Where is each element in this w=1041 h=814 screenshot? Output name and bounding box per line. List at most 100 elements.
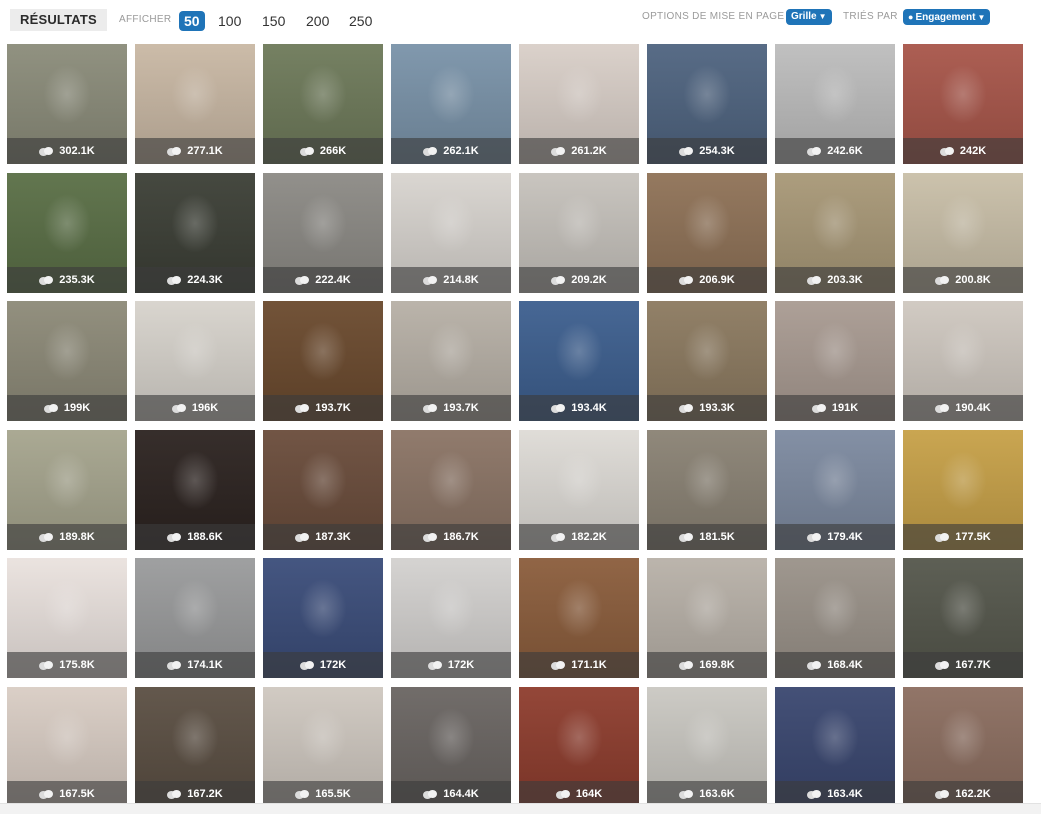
- engagement-overlay: 242.6K: [775, 138, 895, 164]
- engagement-icon: [423, 532, 438, 542]
- engagement-icon: [295, 275, 310, 285]
- engagement-icon: [39, 789, 54, 799]
- show-150-option[interactable]: 150: [262, 11, 285, 31]
- engagement-icon: [299, 146, 314, 156]
- media-tile[interactable]: 188.6K: [135, 430, 255, 550]
- engagement-count: 175.8K: [59, 659, 95, 671]
- engagement-count: 193.7K: [443, 402, 479, 414]
- engagement-overlay: 242K: [903, 138, 1023, 164]
- engagement-icon: [807, 660, 822, 670]
- media-tile[interactable]: 179.4K: [775, 430, 895, 550]
- media-tile[interactable]: 182.2K: [519, 430, 639, 550]
- engagement-count: 174.1K: [187, 659, 223, 671]
- show-50-option[interactable]: 50: [179, 11, 205, 31]
- media-tile[interactable]: 172K: [263, 558, 383, 678]
- media-tile[interactable]: 167.7K: [903, 558, 1023, 678]
- engagement-count: 196K: [191, 402, 219, 414]
- layout-dropdown[interactable]: Grille ▼: [786, 9, 832, 25]
- engagement-overlay: 235.3K: [7, 267, 127, 293]
- media-tile[interactable]: 261.2K: [519, 44, 639, 164]
- media-tile[interactable]: 186.7K: [391, 430, 511, 550]
- engagement-icon: [295, 789, 310, 799]
- show-100-option[interactable]: 100: [218, 11, 241, 31]
- media-tile[interactable]: 181.5K: [647, 430, 767, 550]
- show-count-label: AFFICHER: [119, 14, 172, 25]
- media-tile[interactable]: 262.1K: [391, 44, 511, 164]
- media-tile[interactable]: 164.4K: [391, 687, 511, 807]
- media-tile[interactable]: 242.6K: [775, 44, 895, 164]
- media-tile[interactable]: 209.2K: [519, 173, 639, 293]
- engagement-icon: ●: [908, 12, 914, 22]
- media-tile[interactable]: 214.8K: [391, 173, 511, 293]
- engagement-count: 199K: [63, 402, 91, 414]
- media-tile[interactable]: 171.1K: [519, 558, 639, 678]
- engagement-overlay: 224.3K: [135, 267, 255, 293]
- media-tile[interactable]: 164K: [519, 687, 639, 807]
- media-tile[interactable]: 190.4K: [903, 301, 1023, 421]
- media-tile[interactable]: 193.3K: [647, 301, 767, 421]
- media-tile[interactable]: 177.5K: [903, 430, 1023, 550]
- show-250-option[interactable]: 250: [349, 11, 372, 31]
- media-tile[interactable]: 222.4K: [263, 173, 383, 293]
- engagement-count: 163.4K: [827, 788, 863, 800]
- media-tile[interactable]: 302.1K: [7, 44, 127, 164]
- engagement-count: 193.3K: [699, 402, 735, 414]
- media-tile[interactable]: 174.1K: [135, 558, 255, 678]
- engagement-overlay: 169.8K: [647, 652, 767, 678]
- media-tile[interactable]: 189.8K: [7, 430, 127, 550]
- media-tile[interactable]: 175.8K: [7, 558, 127, 678]
- media-tile[interactable]: 169.8K: [647, 558, 767, 678]
- media-tile[interactable]: 200.8K: [903, 173, 1023, 293]
- media-tile[interactable]: 193.7K: [391, 301, 511, 421]
- chevron-down-icon: ▼: [977, 13, 986, 22]
- media-tile[interactable]: 254.3K: [647, 44, 767, 164]
- engagement-overlay: 190.4K: [903, 395, 1023, 421]
- media-tile[interactable]: 193.7K: [263, 301, 383, 421]
- engagement-count: 222.4K: [315, 274, 351, 286]
- media-tile[interactable]: 162.2K: [903, 687, 1023, 807]
- engagement-count: 261.2K: [571, 145, 607, 157]
- engagement-count: 200.8K: [955, 274, 991, 286]
- media-tile[interactable]: 163.6K: [647, 687, 767, 807]
- media-tile[interactable]: 266K: [263, 44, 383, 164]
- media-tile[interactable]: 165.5K: [263, 687, 383, 807]
- media-tile[interactable]: 168.4K: [775, 558, 895, 678]
- engagement-count: 163.6K: [699, 788, 735, 800]
- engagement-overlay: 199K: [7, 395, 127, 421]
- engagement-icon: [807, 146, 822, 156]
- media-tile[interactable]: 167.2K: [135, 687, 255, 807]
- media-tile[interactable]: 167.5K: [7, 687, 127, 807]
- media-tile[interactable]: 277.1K: [135, 44, 255, 164]
- engagement-count: 172K: [319, 659, 347, 671]
- media-tile[interactable]: 187.3K: [263, 430, 383, 550]
- media-tile[interactable]: 172K: [391, 558, 511, 678]
- media-tile[interactable]: 163.4K: [775, 687, 895, 807]
- engagement-overlay: 172K: [391, 652, 511, 678]
- media-tile[interactable]: 203.3K: [775, 173, 895, 293]
- results-tab[interactable]: RÉSULTATS: [10, 9, 107, 31]
- media-tile[interactable]: 191K: [775, 301, 895, 421]
- media-tile[interactable]: 199K: [7, 301, 127, 421]
- media-tile[interactable]: 196K: [135, 301, 255, 421]
- media-tile[interactable]: 206.9K: [647, 173, 767, 293]
- engagement-overlay: 187.3K: [263, 524, 383, 550]
- engagement-overlay: 182.2K: [519, 524, 639, 550]
- show-200-option[interactable]: 200: [306, 11, 329, 31]
- engagement-overlay: 189.8K: [7, 524, 127, 550]
- engagement-icon: [171, 403, 186, 413]
- engagement-icon: [679, 146, 694, 156]
- engagement-count: 242.6K: [827, 145, 863, 157]
- engagement-icon: [555, 789, 570, 799]
- engagement-icon: [679, 789, 694, 799]
- media-tile[interactable]: 224.3K: [135, 173, 255, 293]
- media-tile[interactable]: 235.3K: [7, 173, 127, 293]
- sort-dropdown[interactable]: ● Engagement ▼: [903, 9, 991, 25]
- engagement-icon: [39, 532, 54, 542]
- media-tile[interactable]: 242K: [903, 44, 1023, 164]
- engagement-icon: [807, 275, 822, 285]
- engagement-count: 203.3K: [827, 274, 863, 286]
- engagement-count: 162.2K: [955, 788, 991, 800]
- engagement-count: 186.7K: [443, 531, 479, 543]
- media-tile[interactable]: 193.4K: [519, 301, 639, 421]
- engagement-count: 235.3K: [59, 274, 95, 286]
